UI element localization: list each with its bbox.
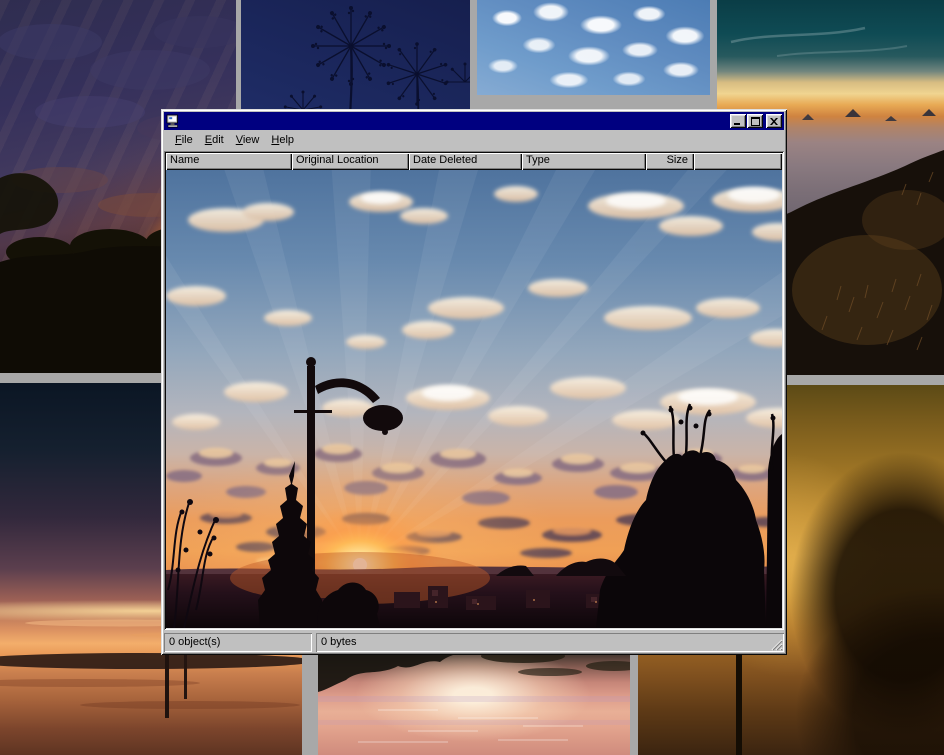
gallery-photo-blue-sky-clouds: [477, 0, 710, 95]
status-bar: 0 object(s) 0 bytes: [164, 633, 784, 652]
column-header-row: Name Original Location Date Deleted Type…: [166, 153, 782, 170]
close-button[interactable]: [766, 114, 782, 128]
column-header-blank[interactable]: [694, 153, 782, 170]
maximize-button[interactable]: [747, 114, 763, 128]
status-size: 0 bytes: [316, 633, 784, 652]
menu-view[interactable]: View: [230, 132, 266, 148]
menu-help[interactable]: Help: [265, 132, 300, 148]
resize-grip-icon[interactable]: [770, 638, 783, 651]
recycle-bin-window: File Edit View Help Name Original Locati…: [161, 109, 787, 655]
column-header-original-location[interactable]: Original Location: [292, 153, 409, 170]
column-header-name[interactable]: Name: [166, 153, 292, 170]
sunset-streetlamp-photo: [166, 170, 782, 628]
column-header-size[interactable]: Size: [646, 153, 694, 170]
window-titlebar[interactable]: [164, 112, 784, 130]
file-list-view: Name Original Location Date Deleted Type…: [164, 151, 784, 630]
menu-edit[interactable]: Edit: [199, 132, 230, 148]
minimize-button[interactable]: [730, 114, 746, 128]
menu-file[interactable]: File: [169, 132, 199, 148]
window-controls: [730, 114, 782, 128]
minimize-icon: [734, 118, 742, 125]
status-object-count: 0 object(s): [164, 633, 312, 652]
column-header-type[interactable]: Type: [522, 153, 646, 170]
list-content-sunset-photo[interactable]: [166, 170, 782, 628]
status-size-text: 0 bytes: [321, 636, 356, 648]
menu-bar: File Edit View Help: [164, 130, 784, 150]
close-icon: [770, 118, 778, 125]
computer-icon[interactable]: [166, 114, 180, 128]
maximize-icon: [751, 117, 760, 126]
column-header-date-deleted[interactable]: Date Deleted: [409, 153, 522, 170]
desktop: { "window": { "title": "", "icon": "comp…: [0, 0, 944, 755]
